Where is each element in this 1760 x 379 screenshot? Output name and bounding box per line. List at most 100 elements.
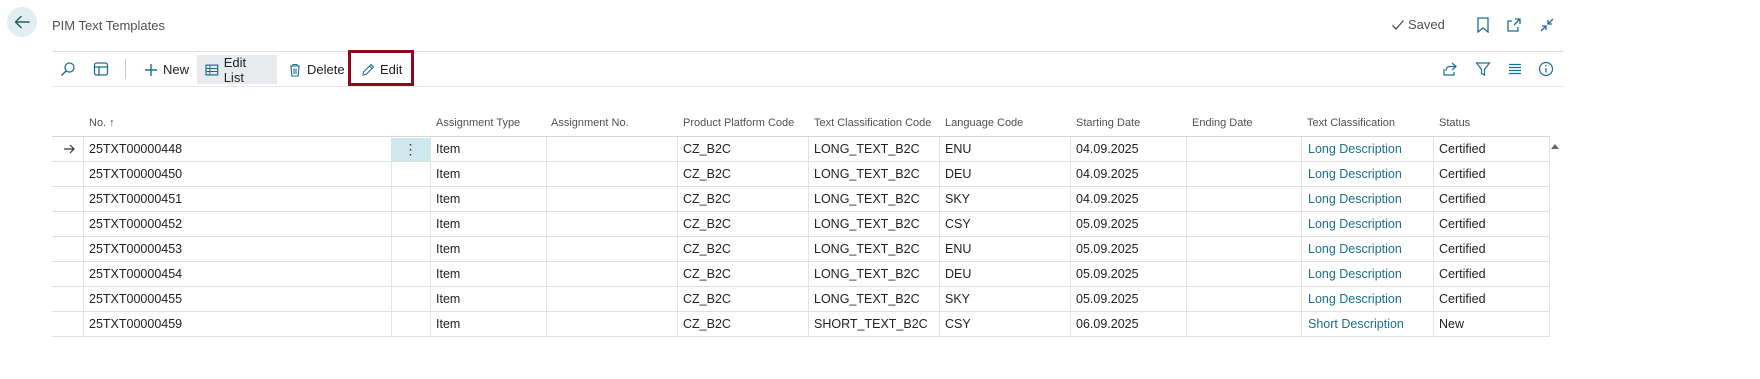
cell-no: 25TXT00000455 — [89, 292, 183, 306]
cell-assignment-type: Item — [436, 192, 461, 206]
layout-icon[interactable] — [92, 60, 110, 78]
table-row[interactable]: 25TXT00000455 Item CZ_B2C LONG_TEXT_B2C SKY 0… — [52, 287, 1550, 312]
table-row[interactable]: 25TXT00000448 Item CZ_B2C LONG_TEXT_B2C ENU 0… — [52, 137, 1550, 162]
cell-language-code: DEU — [945, 167, 972, 181]
column-header-assignment-no[interactable]: Assignment No. — [551, 117, 629, 129]
cell-language-code: ENU — [945, 142, 972, 156]
cell-text-classification[interactable]: Short Description — [1308, 312, 1404, 337]
column-header-text-classification[interactable]: Text Classification — [1307, 117, 1395, 129]
cell-status: Certified — [1439, 267, 1486, 281]
delete-button-label: Delete — [307, 62, 345, 77]
column-header-product-platform-code[interactable]: Product Platform Code — [683, 117, 794, 129]
column-header-status[interactable]: Status — [1439, 117, 1470, 129]
current-row-arrow-icon — [64, 144, 75, 154]
filter-icon[interactable] — [1474, 60, 1492, 78]
cell-status: Certified — [1439, 242, 1486, 256]
delete-button[interactable]: Delete — [280, 55, 353, 84]
cell-status: Certified — [1439, 167, 1486, 181]
cell-no: 25TXT00000452 — [89, 217, 183, 231]
cell-text-classification-code: LONG_TEXT_B2C — [814, 217, 920, 231]
cell-text-classification[interactable]: Long Description — [1308, 187, 1402, 212]
cell-language-code: SKY — [945, 292, 971, 306]
cell-text-classification[interactable]: Long Description — [1308, 212, 1402, 237]
new-button[interactable]: New — [136, 55, 197, 84]
back-button[interactable] — [7, 7, 37, 37]
cell-starting-date: 06.09.2025 — [1076, 317, 1139, 331]
cell-assignment-type: Item — [436, 142, 461, 156]
table-row[interactable]: 25TXT00000452 Item CZ_B2C LONG_TEXT_B2C CSY 0… — [52, 212, 1550, 237]
bookmark-icon[interactable] — [1474, 16, 1492, 34]
cell-assignment-type: Item — [436, 242, 461, 256]
table-row[interactable]: 25TXT00000450 Item CZ_B2C LONG_TEXT_B2C DEU 0… — [52, 162, 1550, 187]
collapse-icon[interactable] — [1538, 16, 1556, 34]
column-header-starting-date[interactable]: Starting Date — [1076, 117, 1140, 129]
cell-product-platform-code: CZ_B2C — [683, 267, 731, 281]
table-row[interactable]: 25TXT00000459 Item CZ_B2C SHORT_TEXT_B2C CSY… — [52, 312, 1550, 337]
cell-language-code: CSY — [945, 217, 971, 231]
cell-text-classification-code: SHORT_TEXT_B2C — [814, 317, 928, 331]
cell-no: 25TXT00000448 — [89, 142, 183, 156]
cell-text-classification[interactable]: Long Description — [1308, 237, 1402, 262]
cell-no: 25TXT00000454 — [89, 267, 183, 281]
column-header-assignment-type[interactable]: Assignment Type — [436, 117, 520, 129]
cell-language-code: ENU — [945, 242, 972, 256]
cell-no: 25TXT00000451 — [89, 192, 183, 206]
page-title: PIM Text Templates — [52, 18, 165, 33]
list-view-icon[interactable] — [1506, 60, 1524, 78]
toolbar-divider — [125, 59, 126, 79]
cell-text-classification-code: LONG_TEXT_B2C — [814, 167, 920, 181]
share-icon[interactable] — [1441, 60, 1459, 78]
cell-text-classification[interactable]: Long Description — [1308, 162, 1402, 187]
edit-list-icon — [205, 64, 219, 75]
cell-text-classification[interactable]: Long Description — [1308, 137, 1402, 162]
cell-text-classification-code: LONG_TEXT_B2C — [814, 292, 920, 306]
cell-no: 25TXT00000453 — [89, 242, 183, 256]
saved-status: Saved — [1391, 17, 1445, 32]
info-icon[interactable] — [1537, 60, 1555, 78]
row-actions-menu-button[interactable]: ⋮ — [391, 138, 430, 161]
column-header-ending-date[interactable]: Ending Date — [1192, 117, 1253, 129]
cell-assignment-type: Item — [436, 267, 461, 281]
cell-product-platform-code: CZ_B2C — [683, 192, 731, 206]
cell-text-classification-code: LONG_TEXT_B2C — [814, 142, 920, 156]
table-row[interactable]: 25TXT00000453 Item CZ_B2C LONG_TEXT_B2C ENU 0… — [52, 237, 1550, 262]
open-new-window-icon[interactable] — [1505, 16, 1523, 34]
scroll-up-icon[interactable] — [1550, 142, 1560, 150]
cell-assignment-type: Item — [436, 217, 461, 231]
column-header-no[interactable]: No. ↑ — [89, 117, 115, 129]
cell-text-classification[interactable]: Long Description — [1308, 262, 1402, 287]
cell-product-platform-code: CZ_B2C — [683, 317, 731, 331]
cell-product-platform-code: CZ_B2C — [683, 167, 731, 181]
cell-language-code: SKY — [945, 192, 971, 206]
cell-starting-date: 05.09.2025 — [1076, 267, 1139, 281]
edit-button-highlight — [348, 50, 414, 86]
cell-status: Certified — [1439, 292, 1486, 306]
checkmark-icon — [1392, 19, 1404, 30]
cell-product-platform-code: CZ_B2C — [683, 142, 731, 156]
cell-assignment-type: Item — [436, 292, 461, 306]
cell-text-classification-code: LONG_TEXT_B2C — [814, 242, 920, 256]
cell-text-classification[interactable]: Long Description — [1308, 287, 1402, 312]
cell-status: Certified — [1439, 142, 1486, 156]
edit-list-button-label: Edit List — [223, 54, 247, 85]
column-header-text-classification-code[interactable]: Text Classification Code — [814, 117, 931, 129]
plus-icon — [145, 63, 157, 76]
column-header-language-code[interactable]: Language Code — [945, 117, 1023, 129]
cell-starting-date: 04.09.2025 — [1076, 142, 1139, 156]
edit-list-button[interactable]: Edit List — [197, 54, 277, 85]
cell-text-classification-code: LONG_TEXT_B2C — [814, 267, 920, 281]
cell-starting-date: 05.09.2025 — [1076, 217, 1139, 231]
toolbar-divider-line — [52, 86, 1564, 87]
table-row[interactable]: 25TXT00000454 Item CZ_B2C LONG_TEXT_B2C DEU 0… — [52, 262, 1550, 287]
cell-starting-date: 04.09.2025 — [1076, 167, 1139, 181]
cell-no: 25TXT00000459 — [89, 317, 183, 331]
cell-status: Certified — [1439, 217, 1486, 231]
cell-starting-date: 04.09.2025 — [1076, 192, 1139, 206]
search-icon[interactable] — [59, 60, 77, 78]
saved-label: Saved — [1408, 17, 1445, 32]
cell-starting-date: 05.09.2025 — [1076, 292, 1139, 306]
table-row[interactable]: 25TXT00000451 Item CZ_B2C LONG_TEXT_B2C SKY 0… — [52, 187, 1550, 212]
cell-assignment-type: Item — [436, 317, 461, 331]
header-divider — [52, 51, 1564, 52]
trash-icon — [290, 63, 300, 77]
